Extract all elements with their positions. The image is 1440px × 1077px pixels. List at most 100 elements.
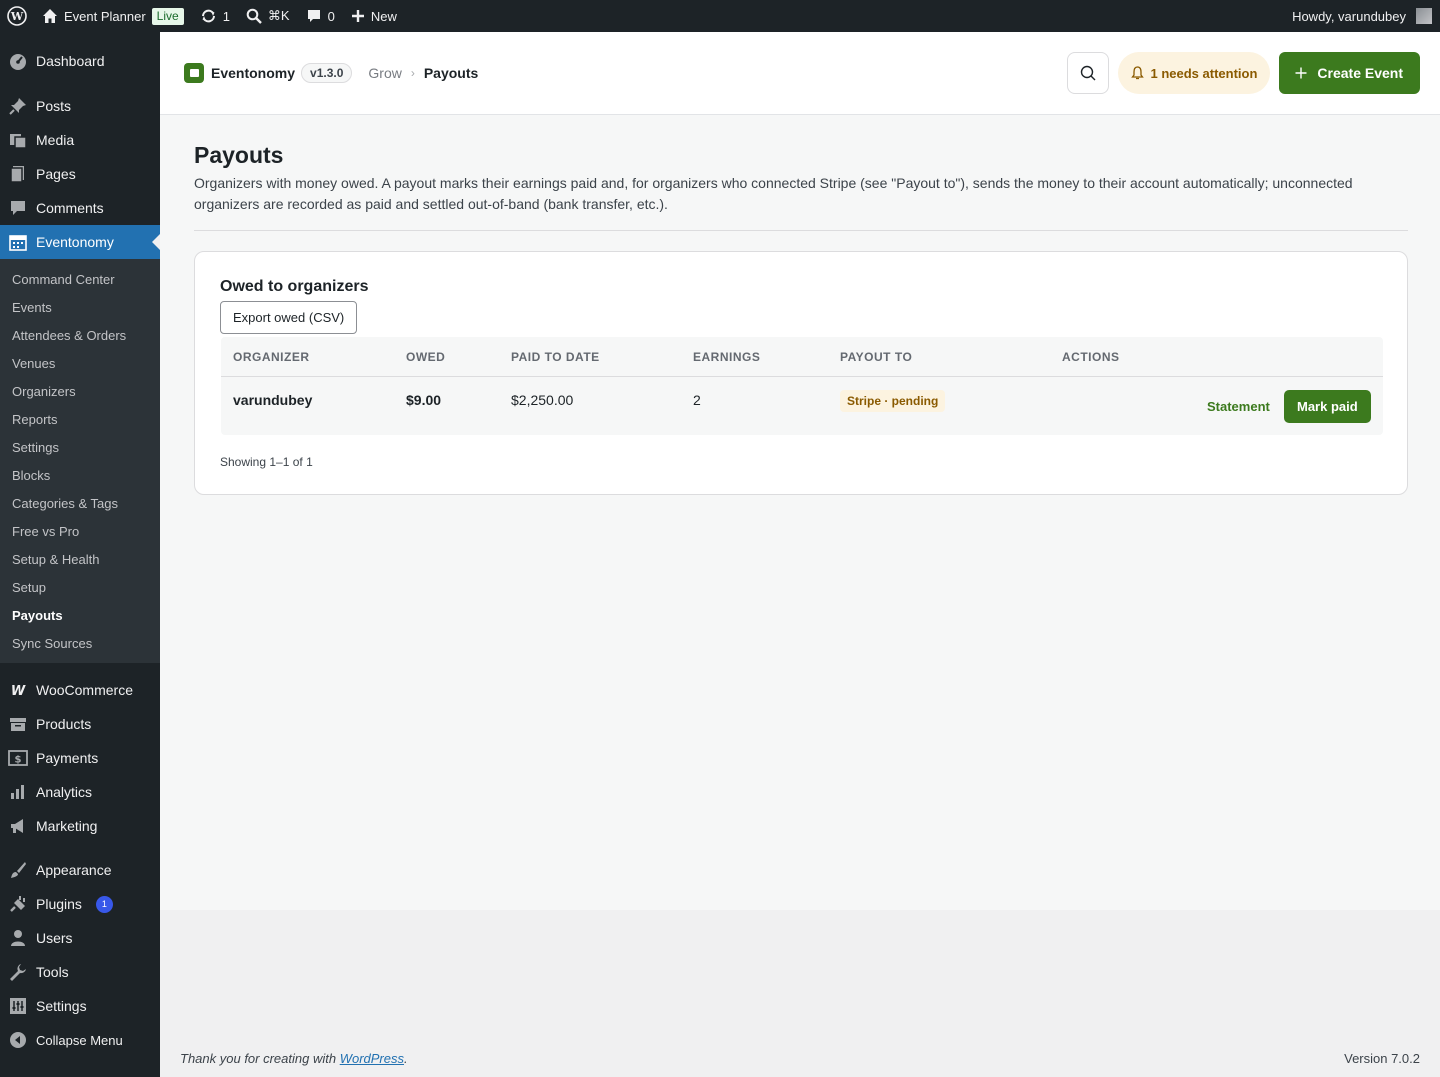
archive-icon [8, 714, 28, 734]
sidebar-item-users[interactable]: Users [0, 921, 160, 955]
earnings-count: 2 [693, 392, 701, 408]
svg-text:W: W [11, 684, 26, 697]
site-name: Event Planner [64, 8, 146, 24]
sidebar-item-label: Dashboard [36, 53, 105, 69]
comment-icon [8, 198, 28, 218]
export-csv-button[interactable]: Export owed (CSV) [220, 301, 358, 334]
sidebar-item-eventonomy[interactable]: Eventonomy [0, 225, 160, 259]
svg-text:$: $ [15, 755, 22, 766]
footer-thanks-suffix: . [404, 1051, 408, 1066]
footer-version: Version 7.0.2 [1344, 1051, 1420, 1066]
submenu-sync-sources[interactable]: Sync Sources [0, 629, 160, 657]
pagination-summary: Showing 1–1 of 1 [220, 455, 313, 469]
submenu-organizers[interactable]: Organizers [0, 377, 160, 405]
needs-attention-button[interactable]: 1 needs attention [1118, 52, 1271, 94]
sidebar-item-products[interactable]: Products [0, 707, 160, 741]
organizer-name: varundubey [233, 392, 313, 408]
sidebar-item-analytics[interactable]: Analytics [0, 775, 160, 809]
pin-icon [8, 96, 28, 116]
owed-amount: $9.00 [406, 392, 442, 408]
column-header-owed[interactable]: OWED [406, 350, 445, 364]
breadcrumb-parent[interactable]: Grow [368, 65, 401, 81]
eventonomy-logo-icon [184, 63, 204, 83]
search-icon [246, 8, 262, 24]
sidebar-item-label: WooCommerce [36, 682, 133, 698]
admin-sidebar: Dashboard Posts Media Pages Comments Eve… [0, 32, 160, 1077]
dollar-icon: $ [8, 748, 28, 768]
mark-paid-button[interactable]: Mark paid [1284, 390, 1371, 423]
version-badge: v1.3.0 [301, 63, 353, 83]
wrench-icon [8, 962, 28, 982]
home-icon [43, 9, 57, 23]
submenu-events[interactable]: Events [0, 293, 160, 321]
updates-link[interactable]: 1 [192, 0, 238, 32]
sidebar-item-settings[interactable]: Settings [0, 989, 160, 1023]
sidebar-item-media[interactable]: Media [0, 123, 160, 157]
admin-bar: W Event Planner Live 1 ⌘K 0 New Howdy, v… [0, 0, 1440, 32]
column-header-earnings[interactable]: EARNINGS [693, 350, 760, 364]
sidebar-item-marketing[interactable]: Marketing [0, 809, 160, 843]
create-event-button[interactable]: Create Event [1279, 52, 1420, 94]
submenu-payouts[interactable]: Payouts [0, 601, 160, 629]
submenu-command-center[interactable]: Command Center [0, 265, 160, 293]
breadcrumb-separator-icon: › [410, 66, 415, 80]
sidebar-item-dashboard[interactable]: Dashboard [0, 44, 160, 78]
sidebar-item-plugins[interactable]: Plugins 1 [0, 887, 160, 921]
submenu-settings[interactable]: Settings [0, 433, 160, 461]
submenu-setup-health[interactable]: Setup & Health [0, 545, 160, 573]
wordpress-link[interactable]: WordPress [340, 1051, 404, 1066]
plus-icon [351, 10, 364, 22]
statement-link[interactable]: Statement [1207, 399, 1270, 414]
column-header-payout-to[interactable]: PAYOUT TO [840, 350, 912, 364]
column-header-actions: ACTIONS [1062, 350, 1120, 364]
plugins-update-badge: 1 [95, 895, 113, 913]
sidebar-item-appearance[interactable]: Appearance [0, 853, 160, 887]
comment-icon [307, 10, 320, 22]
brand-name[interactable]: Eventonomy [211, 65, 295, 81]
submenu-categories-tags[interactable]: Categories & Tags [0, 489, 160, 517]
command-search-link[interactable]: ⌘K [238, 0, 298, 32]
calendar-icon [8, 232, 28, 252]
woo-icon: W [8, 680, 28, 700]
submenu-setup[interactable]: Setup [0, 573, 160, 601]
pages-icon [8, 164, 28, 184]
comments-link[interactable]: 0 [298, 0, 343, 32]
sidebar-item-label: Collapse Menu [36, 1032, 123, 1048]
megaphone-icon [8, 816, 28, 836]
submenu-free-vs-pro[interactable]: Free vs Pro [0, 517, 160, 545]
submenu-attendees-orders[interactable]: Attendees & Orders [0, 321, 160, 349]
breadcrumb-current: Payouts [423, 65, 479, 81]
account-menu[interactable]: Howdy, varundubey [1284, 0, 1440, 32]
column-header-paid-to-date[interactable]: PAID TO DATE [511, 350, 600, 364]
column-header-organizer[interactable]: ORGANIZER [233, 350, 310, 364]
plug-icon [8, 894, 28, 914]
sidebar-item-label: Users [36, 930, 73, 946]
settings-icon [8, 996, 28, 1016]
payout-status-badge: Stripe · pending [840, 390, 946, 412]
collapse-icon [8, 1030, 28, 1050]
comments-count: 0 [327, 8, 335, 24]
media-icon [8, 130, 28, 150]
new-content-link[interactable]: New [343, 0, 405, 32]
sidebar-item-payments[interactable]: $ Payments [0, 741, 160, 775]
sidebar-item-label: Comments [36, 200, 104, 216]
howdy-text: Howdy, varundubey [1292, 8, 1406, 24]
sidebar-item-pages[interactable]: Pages [0, 157, 160, 191]
submenu-reports[interactable]: Reports [0, 405, 160, 433]
collapse-menu-button[interactable]: Collapse Menu [0, 1023, 160, 1057]
table-header: ORGANIZER OWED PAID TO DATE EARNINGS PAY… [221, 337, 1383, 377]
submenu-venues[interactable]: Venues [0, 349, 160, 377]
submenu-blocks[interactable]: Blocks [0, 461, 160, 489]
sidebar-item-posts[interactable]: Posts [0, 89, 160, 123]
sidebar-item-woocommerce[interactable]: W WooCommerce [0, 673, 160, 707]
footer-thanks-prefix: Thank you for creating with [180, 1051, 340, 1066]
sidebar-item-tools[interactable]: Tools [0, 955, 160, 989]
search-button[interactable] [1067, 52, 1110, 94]
wordpress-logo-icon[interactable]: W [0, 0, 34, 32]
brush-icon [8, 860, 28, 880]
site-name-link[interactable]: Event Planner Live [34, 0, 192, 32]
updates-count: 1 [222, 8, 230, 24]
sidebar-item-label: Settings [36, 998, 87, 1014]
sidebar-item-label: Posts [36, 98, 72, 114]
sidebar-item-comments[interactable]: Comments [0, 191, 160, 225]
